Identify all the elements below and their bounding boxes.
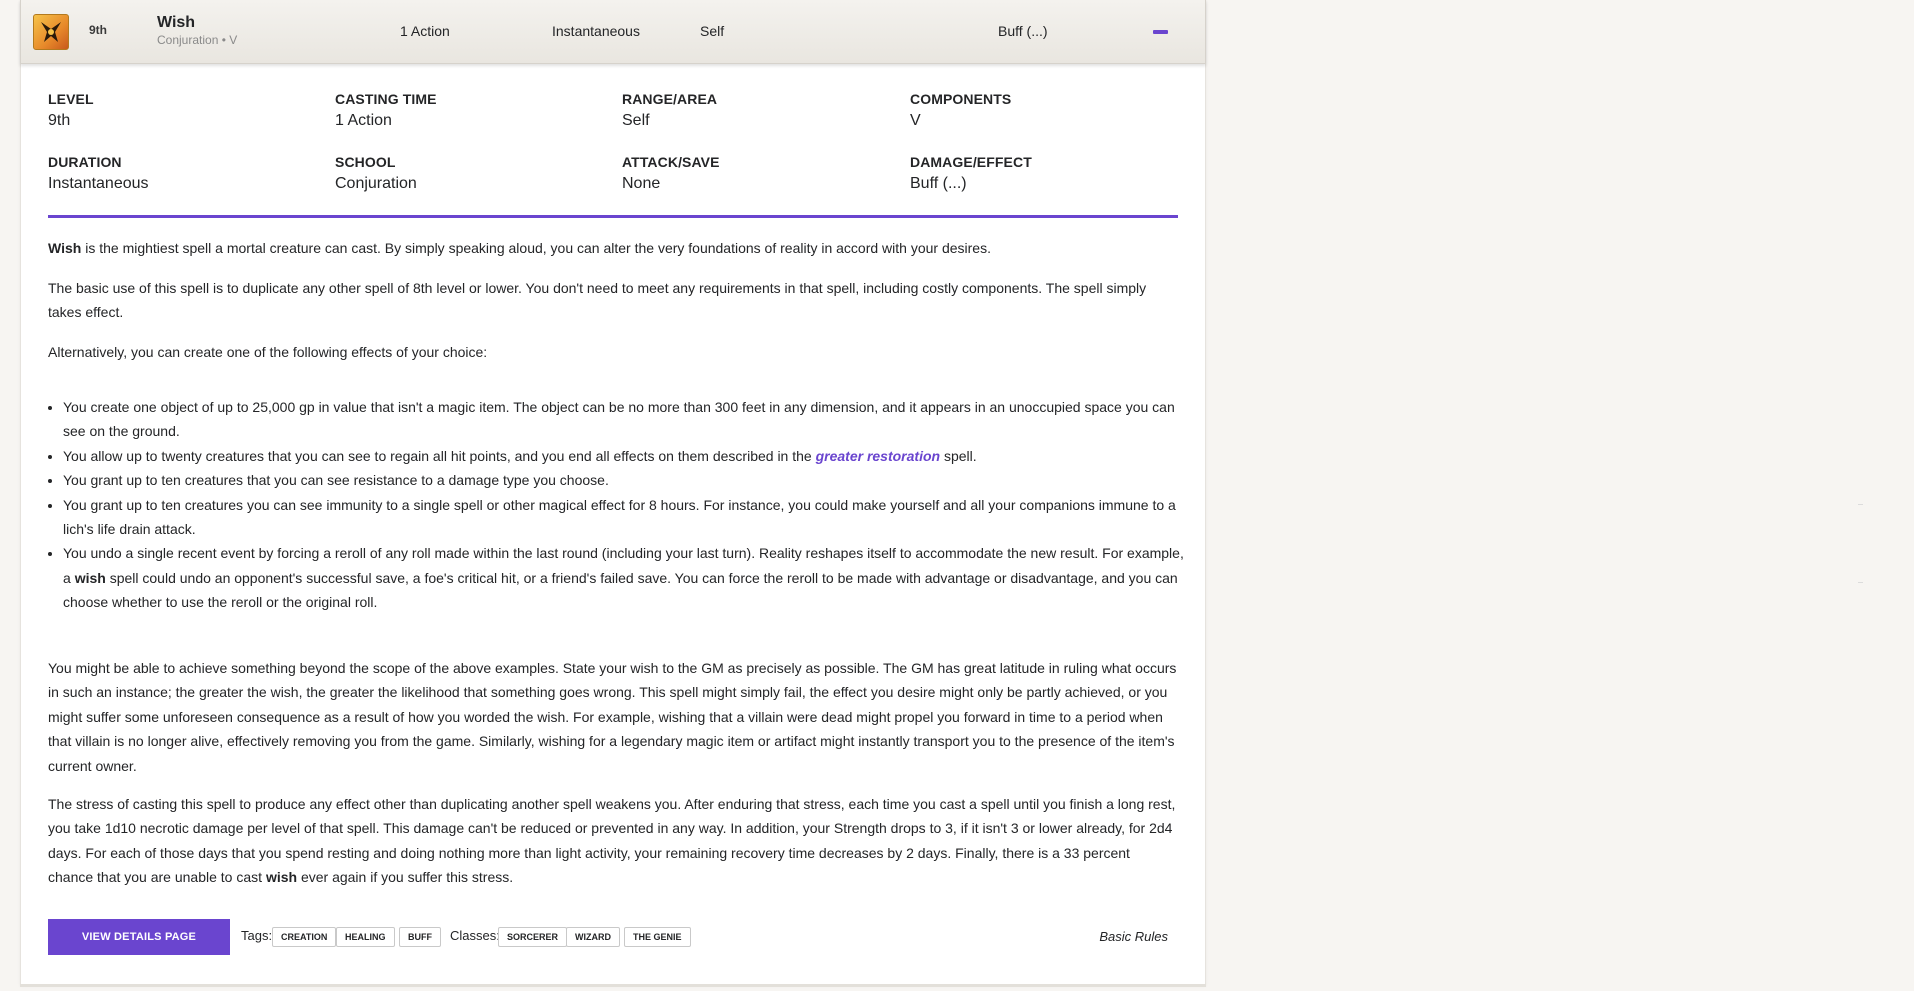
wish-bold: wish (74, 569, 106, 586)
effect-2-text: You allow up to twenty creatures that yo… (63, 447, 816, 464)
header-spell-name[interactable]: Wish (157, 14, 195, 32)
wish-bold-2: wish (265, 869, 298, 886)
spell-footer: View Details Page Tags: Creation Healing… (48, 919, 1178, 955)
effect-5-text-end: spell could undo an opponent's successfu… (63, 569, 1178, 611)
tags-label: Tags: (241, 928, 273, 943)
list-item: You undo a single recent event by forcin… (63, 541, 1193, 614)
stat-range-value: Self (622, 112, 650, 129)
stat-attack-save: Attack/Save None (622, 154, 720, 193)
header-level: 9th (89, 23, 107, 37)
stats-divider (48, 215, 1178, 218)
stat-level-label: Level (48, 91, 94, 107)
effect-4-text: You grant up to ten creatures you can se… (63, 496, 1176, 538)
stat-school-label: School (335, 154, 396, 170)
source-book[interactable]: Basic Rules (1099, 929, 1168, 944)
stat-level: Level 9th (48, 91, 94, 130)
stat-range-label: Range/Area (622, 91, 718, 107)
description-paragraph-1-text: is the mightiest spell a mortal creature… (81, 240, 991, 256)
stat-damage-effect-value: Buff (...) (910, 175, 967, 192)
stat-range: Range/Area Self (622, 91, 717, 130)
effect-3-text: You grant up to ten creatures that you c… (63, 472, 609, 489)
header-effect: Buff (...) (998, 23, 1048, 39)
list-item: You create one object of up to 25,000 gp… (63, 395, 1193, 444)
list-item: You allow up to twenty creatures that yo… (63, 444, 1193, 468)
list-item: You grant up to ten creatures that you c… (63, 468, 1193, 492)
stat-casting-time-value: 1 Action (335, 112, 392, 129)
stat-attack-save-value: None (622, 175, 661, 192)
stat-school: School Conjuration (335, 154, 417, 193)
class-wizard[interactable]: Wizard (566, 927, 620, 947)
class-sorcerer[interactable]: Sorcerer (498, 927, 568, 947)
effect-1-text: You create one object of up to 25,000 gp… (63, 399, 1175, 440)
stat-components-label: Components (910, 91, 1012, 107)
stat-level-value: 9th (48, 112, 71, 129)
greater-restoration-link[interactable]: greater restoration (816, 448, 940, 464)
list-item: You grant up to ten creatures you can se… (63, 493, 1193, 542)
spell-name-bold: Wish (48, 240, 82, 256)
description-paragraph-1: Wish is the mightiest spell a mortal cre… (48, 236, 1178, 260)
stat-duration: Duration Instantaneous (48, 154, 149, 193)
description-paragraph-5-text-end: ever again if you suffer this stress. (297, 869, 514, 886)
description-paragraph-5: The stress of casting this spell to prod… (48, 792, 1178, 890)
conjuration-school-icon (33, 14, 69, 50)
page-scroll-marker (1858, 582, 1863, 583)
tag-buff[interactable]: Buff (399, 927, 441, 947)
description-paragraph-5-text: The stress of casting this spell to prod… (48, 796, 1176, 886)
collapse-icon[interactable] (1153, 30, 1168, 34)
stat-components: Components V (910, 91, 1011, 130)
stat-duration-label: Duration (48, 154, 122, 170)
effect-2-text-end: spell. (940, 447, 977, 464)
stat-attack-save-label: Attack/Save (622, 154, 720, 170)
page-scroll-marker (1858, 504, 1863, 505)
effects-list: You create one object of up to 25,000 gp… (48, 395, 1193, 615)
spell-row-header[interactable]: 9th Wish Conjuration • V 1 Action Instan… (20, 0, 1206, 64)
view-details-button[interactable]: View Details Page (48, 919, 230, 955)
header-range: Self (700, 23, 725, 39)
panel-bottom-edge (20, 984, 1206, 987)
description-paragraph-4: You might be able to achieve something b… (48, 660, 1177, 774)
stat-damage-effect: Damage/Effect Buff (...) (910, 154, 1032, 193)
header-school-components: Conjuration • V (157, 33, 238, 47)
stat-casting-time-label: Casting Time (335, 91, 437, 107)
tag-creation[interactable]: Creation (272, 927, 337, 947)
stat-duration-value: Instantaneous (48, 175, 149, 192)
tag-healing[interactable]: Healing (336, 927, 395, 947)
stat-school-value: Conjuration (335, 175, 417, 192)
header-duration: Instantaneous (552, 23, 640, 39)
stat-casting-time: Casting Time 1 Action (335, 91, 437, 130)
stat-components-value: V (910, 112, 921, 129)
stat-damage-effect-label: Damage/Effect (910, 154, 1032, 170)
class-the-genie[interactable]: The Genie (624, 927, 691, 947)
description-paragraph-3: Alternatively, you can create one of the… (48, 344, 488, 360)
classes-label: Classes: (450, 928, 500, 943)
header-casting-time: 1 Action (400, 23, 450, 39)
description-paragraph-2: The basic use of this spell is to duplic… (48, 280, 1147, 321)
